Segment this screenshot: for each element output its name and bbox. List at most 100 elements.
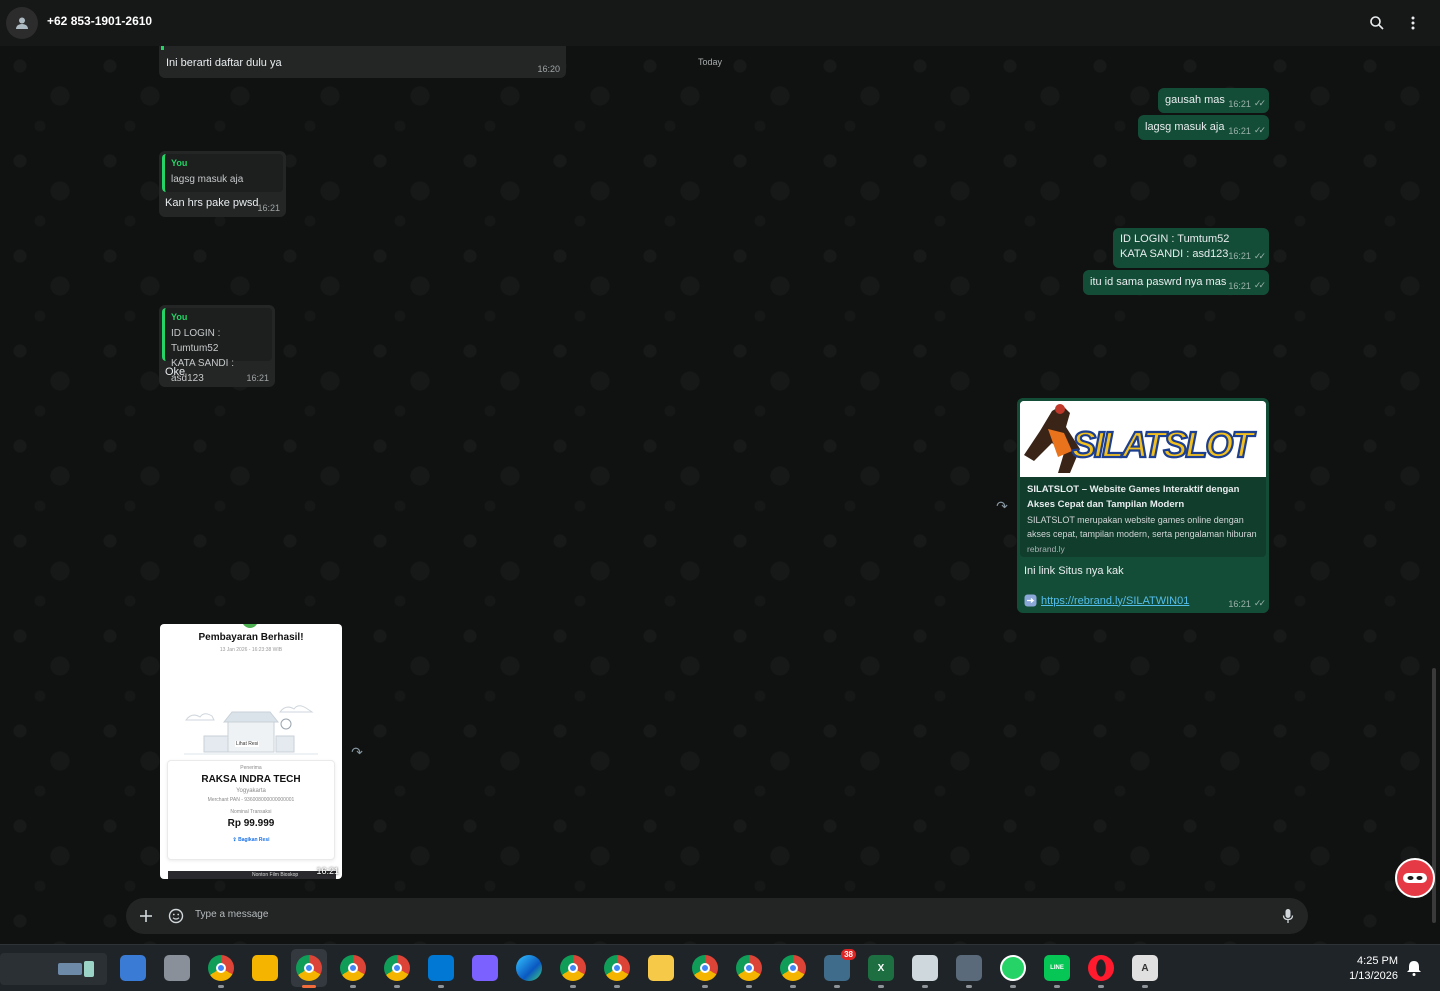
windows-taskbar: 38 X LINE A 4:25 PM 1/13/2026	[0, 944, 1440, 991]
chat-messages-area[interactable]: Today Ini berarti daftar dulu ya 16:20 g…	[0, 46, 1440, 944]
forward-button[interactable]: ↷	[993, 497, 1011, 515]
floating-ninja-button[interactable]	[1395, 858, 1435, 898]
taskbar-app-with-badge-icon[interactable]: 38	[824, 949, 856, 981]
message-time: 16:21	[316, 866, 339, 876]
menu-button[interactable]	[1402, 12, 1424, 34]
line-label: LINE	[1050, 965, 1064, 971]
message-outgoing[interactable]: lagsg masuk aja 16:21 ✓✓	[1138, 115, 1269, 140]
chrome-center-dot	[788, 963, 798, 973]
amount-label: Nominal Transaksi	[230, 809, 272, 815]
link-preview-description: SILATSLOT merupakan website games online…	[1027, 515, 1257, 539]
taskbar-chrome-profile-5-icon[interactable]	[560, 955, 586, 981]
message-text: itu id sama paswrd nya mas	[1090, 276, 1227, 288]
contact-avatar[interactable]	[6, 7, 38, 39]
attach-button[interactable]	[136, 906, 156, 926]
taskbar-chrome-icon[interactable]	[208, 955, 234, 981]
taskbar-chrome-profile-b-icon[interactable]	[736, 955, 762, 981]
taskbar-copilot-icon[interactable]	[472, 955, 498, 981]
clock-date: 1/13/2026	[1349, 970, 1398, 982]
taskbar-chrome-profile-n-icon[interactable]	[692, 955, 718, 981]
taskbar-calculator-icon[interactable]	[956, 955, 982, 981]
taskbar-line-icon[interactable]: LINE	[1044, 955, 1070, 981]
message-time: 16:21	[1228, 598, 1251, 609]
amount-value: Rp 99.999	[227, 818, 275, 829]
taskbar-running-indicator	[350, 985, 356, 988]
forward-button[interactable]: ↷	[348, 743, 366, 761]
taskbar-edge-icon[interactable]	[516, 955, 542, 981]
taskbar-opera-icon[interactable]	[1088, 955, 1114, 981]
message-text: Ini link Situs nya kak	[1024, 565, 1124, 577]
search-button[interactable]	[1366, 12, 1388, 34]
taskbar-widgets-icon[interactable]	[120, 955, 146, 981]
message-status: 16:21 ✓✓	[1228, 598, 1266, 609]
taskbar-chrome-profile-3-icon[interactable]	[340, 955, 366, 981]
message-status: 16:21 ✓✓	[1228, 249, 1266, 264]
notification-bell-icon[interactable]	[1405, 959, 1423, 977]
message-outgoing[interactable]: ID LOGIN : Tumtum52 KATA SANDI : asd123 …	[1113, 228, 1269, 268]
forward-icon: ↷	[996, 497, 1008, 514]
message-time: 16:21	[1228, 98, 1251, 109]
taskbar-microsoft-store-icon[interactable]	[428, 955, 454, 981]
message-incoming[interactable]: Ini berarti daftar dulu ya 16:20	[159, 46, 566, 78]
search-icon	[1370, 16, 1384, 30]
logo-text: SILATSLOT	[1072, 424, 1256, 465]
merchant-label: Penerima	[240, 765, 262, 771]
system-clock[interactable]: 4:25 PM 1/13/2026	[1338, 954, 1398, 984]
chrome-center-dot	[348, 963, 358, 973]
taskbar-chrome-profile-2-icon[interactable]	[296, 955, 322, 981]
message-time: 16:21	[257, 203, 280, 213]
taskbar-running-indicator	[394, 985, 400, 988]
message-incoming[interactable]: You lagsg masuk aja Kan hrs pake pwsd 16…	[159, 151, 286, 217]
taskbar-chrome-profile-6-icon[interactable]	[604, 955, 630, 981]
taskbar-whatsapp-icon[interactable]	[1000, 955, 1026, 981]
taskbar-running-indicator	[1098, 985, 1104, 988]
message-outgoing[interactable]: itu id sama paswrd nya mas 16:21 ✓✓	[1083, 270, 1269, 295]
avatar-icon	[16, 17, 28, 29]
receipt-bottom-strip: Nonton Film Bioskop	[168, 871, 336, 879]
taskbar-chrome-profile-7-icon[interactable]	[780, 955, 806, 981]
voice-message-button[interactable]	[1278, 906, 1298, 926]
taskbar-excel-icon[interactable]: X	[868, 955, 894, 981]
chrome-center-dot	[744, 963, 754, 973]
taskbar-running-indicator	[1054, 985, 1060, 988]
share-receipt-label: Bagikan Resi	[238, 837, 270, 843]
taskbar-sticky-notes-icon[interactable]	[648, 955, 674, 981]
chrome-center-dot	[568, 963, 578, 973]
message-link[interactable]: https://rebrand.ly/SILATWIN01	[1041, 595, 1189, 607]
quoted-message[interactable]: You ID LOGIN : Tumtum52 KATA SANDI : asd…	[162, 308, 272, 384]
contact-name[interactable]: +62 853-1901-2610	[47, 14, 152, 28]
microphone-icon	[1282, 909, 1294, 923]
message-outgoing[interactable]: gausah mas 16:21 ✓✓	[1158, 88, 1269, 113]
message-status: 16:21 ✓✓	[1228, 125, 1266, 136]
chrome-center-dot	[304, 963, 314, 973]
taskbar-running-indicator	[302, 985, 316, 988]
taskbar-task-view-icon[interactable]	[164, 955, 190, 981]
message-input[interactable]: Type a message	[195, 909, 268, 920]
chrome-center-dot	[216, 963, 226, 973]
taskbar-running-indicator	[218, 985, 224, 988]
link-preview[interactable]: SILATSLOT SILATSLOT – Website Games Inte…	[1020, 401, 1266, 557]
quoted-message[interactable]: You lagsg masuk aja	[162, 154, 283, 192]
link-preview-title: SILATSLOT – Website Games Interaktif den…	[1027, 484, 1240, 510]
link-emoji-icon	[1024, 594, 1037, 607]
forward-icon: ↷	[351, 743, 363, 760]
storefront-illustration-icon	[184, 705, 318, 755]
weather-widget[interactable]	[0, 953, 107, 985]
message-outgoing-link[interactable]: SILATSLOT SILATSLOT – Website Games Inte…	[1017, 398, 1269, 613]
message-status: 16:21 ✓✓	[1228, 280, 1266, 291]
taskbar-text-editor-icon[interactable]: A	[1132, 955, 1158, 981]
merchant-pan: Merchant PAN - 936008000000000001	[207, 797, 295, 803]
taskbar-chrome-profile-4-icon[interactable]	[384, 955, 410, 981]
merchant-name: RAKSA INDRA TECH	[201, 774, 301, 785]
double-check-icon: ✓✓	[1253, 125, 1266, 135]
sticker-button[interactable]	[166, 906, 186, 926]
message-incoming[interactable]: You ID LOGIN : Tumtum52 KATA SANDI : asd…	[159, 305, 275, 387]
message-time: 16:21	[1228, 125, 1251, 136]
message-time: 16:21	[246, 373, 269, 383]
taskbar-file-explorer-icon[interactable]	[252, 955, 278, 981]
silatslot-logo-image: SILATSLOT	[1020, 401, 1266, 477]
message-text: Kan hrs pake pwsd	[165, 197, 259, 209]
double-check-icon: ✓✓	[1253, 98, 1266, 108]
message-incoming-image[interactable]: Pembayaran Berhasil! 13 Jan 2026 - 16:23…	[160, 624, 342, 879]
taskbar-mail-app-icon[interactable]	[912, 955, 938, 981]
